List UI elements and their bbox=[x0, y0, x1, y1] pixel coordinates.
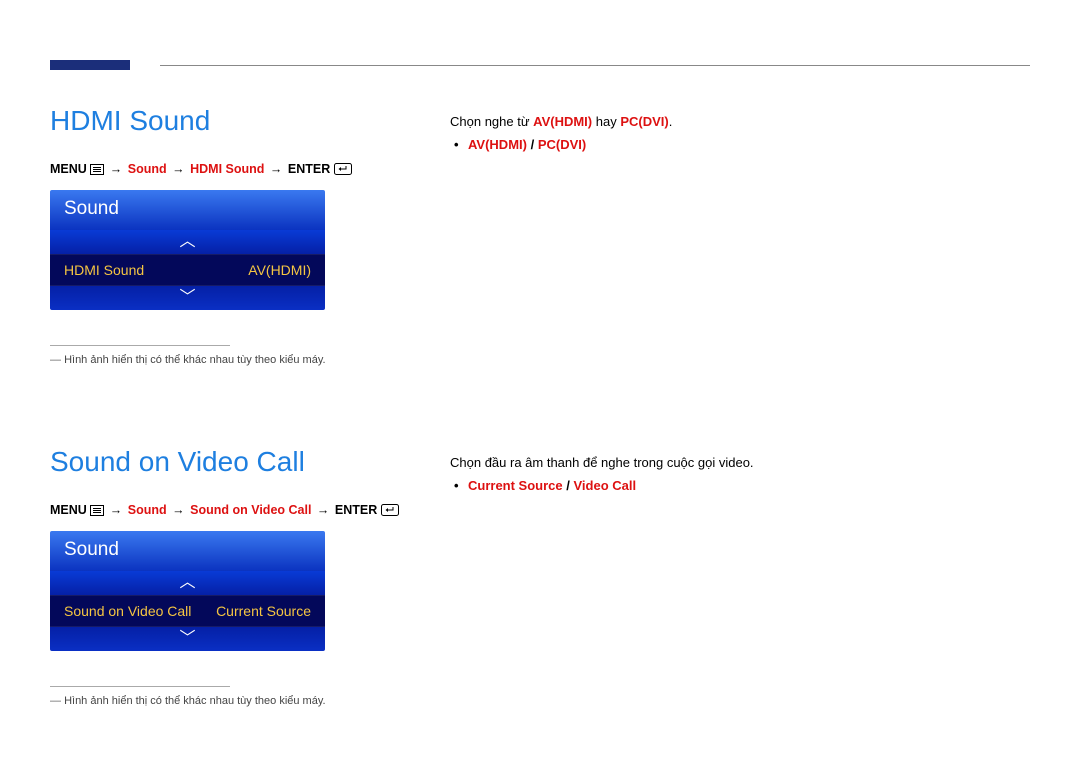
menu-icon bbox=[90, 164, 104, 178]
footnote-separator bbox=[50, 345, 230, 346]
menu-label: MENU bbox=[50, 503, 87, 517]
osd-menu-video-call: Sound ︿ Sound on Video Call Current Sour… bbox=[50, 531, 325, 651]
hdmi-options-bullet: AV(HDMI) / PC(DVI) bbox=[468, 133, 1030, 156]
osd-nav-down[interactable]: ﹀ bbox=[50, 627, 325, 651]
path-hdmi-sound: HDMI Sound bbox=[190, 162, 264, 176]
menu-path-video-call: MENU → Sound → Sound on Video Call → ENT… bbox=[50, 503, 420, 519]
desc-mid: hay bbox=[592, 114, 620, 129]
menu-label: MENU bbox=[50, 162, 87, 176]
desc-opt-avhdmi: AV(HDMI) bbox=[533, 114, 592, 129]
chevron-up-icon: ︿ bbox=[179, 571, 195, 595]
chevron-down-icon: ﹀ bbox=[179, 286, 195, 310]
header-accent-block bbox=[50, 60, 130, 70]
menu-path-hdmi: MENU → Sound → HDMI Sound → ENTER bbox=[50, 162, 420, 178]
enter-icon bbox=[334, 163, 352, 178]
osd-header: Sound bbox=[50, 190, 325, 230]
section-title-hdmi-sound: HDMI Sound bbox=[50, 105, 420, 137]
option-sep: / bbox=[563, 478, 574, 493]
osd-row-value: Current Source bbox=[216, 603, 311, 619]
desc-tail: . bbox=[669, 114, 673, 129]
footnote-text: Hình ảnh hiển thị có thể khác nhau tùy t… bbox=[50, 695, 420, 707]
osd-nav-down[interactable]: ﹀ bbox=[50, 286, 325, 310]
osd-row-value: AV(HDMI) bbox=[248, 262, 311, 278]
osd-nav-up[interactable]: ︿ bbox=[50, 571, 325, 595]
option-pcdvi: PC(DVI) bbox=[538, 137, 586, 152]
enter-label: ENTER bbox=[335, 503, 377, 517]
chevron-down-icon: ﹀ bbox=[179, 627, 195, 651]
footnote-separator bbox=[50, 686, 230, 687]
osd-row-video-call[interactable]: Sound on Video Call Current Source bbox=[50, 595, 325, 627]
option-avhdmi: AV(HDMI) bbox=[468, 137, 527, 152]
option-current-source: Current Source bbox=[468, 478, 563, 493]
option-sep: / bbox=[527, 137, 538, 152]
page-header-rule bbox=[50, 60, 1030, 70]
desc-opt-pcdvi: PC(DVI) bbox=[620, 114, 668, 129]
path-video-call: Sound on Video Call bbox=[190, 503, 311, 517]
enter-icon bbox=[381, 504, 399, 519]
osd-row-label: HDMI Sound bbox=[64, 262, 144, 278]
osd-row-label: Sound on Video Call bbox=[64, 603, 191, 619]
desc-pre: Chọn nghe từ bbox=[450, 114, 533, 129]
path-sound: Sound bbox=[128, 503, 167, 517]
osd-menu-hdmi: Sound ︿ HDMI Sound AV(HDMI) ﹀ bbox=[50, 190, 325, 310]
video-call-options-bullet: Current Source / Video Call bbox=[468, 474, 1030, 497]
osd-header: Sound bbox=[50, 531, 325, 571]
enter-label: ENTER bbox=[288, 162, 330, 176]
option-video-call: Video Call bbox=[573, 478, 636, 493]
hdmi-description: Chọn nghe từ AV(HDMI) hay PC(DVI). bbox=[450, 110, 1030, 133]
path-sound: Sound bbox=[128, 162, 167, 176]
header-divider bbox=[160, 65, 1030, 66]
video-call-description: Chọn đầu ra âm thanh để nghe trong cuộc … bbox=[450, 451, 1030, 474]
footnote-text: Hình ảnh hiển thị có thể khác nhau tùy t… bbox=[50, 354, 420, 366]
section-title-video-call: Sound on Video Call bbox=[50, 446, 420, 478]
osd-row-hdmi-sound[interactable]: HDMI Sound AV(HDMI) bbox=[50, 254, 325, 286]
menu-icon bbox=[90, 505, 104, 519]
chevron-up-icon: ︿ bbox=[179, 230, 195, 254]
osd-nav-up[interactable]: ︿ bbox=[50, 230, 325, 254]
